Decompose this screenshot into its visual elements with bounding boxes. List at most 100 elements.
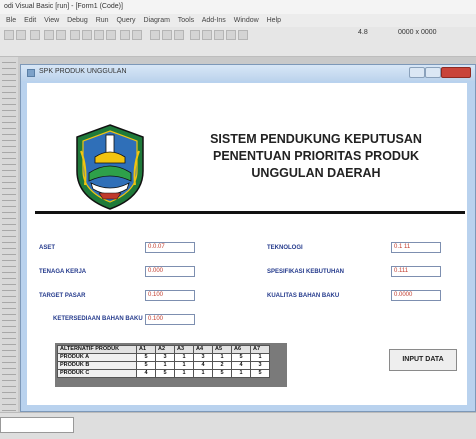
table-row[interactable]: PRODUK B 5 1 1 4 2 4 3 [57,361,270,370]
table-cell[interactable]: 1 [174,353,194,362]
table-cell[interactable]: 1 [155,361,175,370]
menu-diagram[interactable]: Diagram [144,17,170,24]
table-row[interactable]: PRODUK C 4 5 1 1 5 1 5 [57,369,270,378]
spesifikasi-kebutuhan-value[interactable]: 0.111 [391,266,441,277]
table-row[interactable]: PRODUK A 5 3 1 3 1 5 1 [57,353,270,362]
table-cell[interactable]: 1 [250,353,270,362]
row-name-cell[interactable]: PRODUK B [57,361,137,370]
table-cell[interactable]: 3 [193,353,213,362]
menu-help[interactable]: Help [267,17,281,24]
minimize-button[interactable] [409,67,425,78]
save-icon[interactable] [56,30,66,40]
aset-label: ASET [39,245,56,251]
toolbox-grid [2,57,16,412]
ide-menu-bar: Ble Edit View Debug Run Query Diagram To… [0,14,476,27]
tenaga-kerja-value[interactable]: 0.000 [145,266,195,277]
ide-bottom-panel [0,412,476,439]
table-cell[interactable]: 1 [174,361,194,370]
add-form-icon[interactable] [16,30,26,40]
table-cell[interactable]: 5 [250,369,270,378]
app-title-line-1: SISTEM PENDUKUNG KEPUTUSAN [210,132,422,146]
spesifikasi-kebutuhan-label: SPESIFIKASI KEBUTUHAN [267,269,345,275]
table-cell[interactable]: 3 [155,353,175,362]
project-explorer-icon[interactable] [190,30,200,40]
menu-debug[interactable]: Debug [67,17,88,24]
column-header-alternatif: ALTERNATIF PRODUK [57,345,137,354]
find-icon[interactable] [106,30,116,40]
close-button[interactable] [441,67,471,78]
toolbar-size-readout: 4.8 [358,29,368,36]
redo-icon[interactable] [132,30,142,40]
menu-tools[interactable]: Tools [178,17,194,24]
alternatives-table: ALTERNATIF PRODUK A1 A2 A3 A4 A5 A6 A7 P… [57,345,270,378]
column-header-a4: A4 [193,345,213,354]
app-title: SISTEM PENDUKUNG KEPUTUSAN PENENTUAN PRI… [181,131,451,182]
table-cell[interactable]: 1 [212,353,232,362]
column-header-a6: A6 [231,345,251,354]
table-cell[interactable]: 4 [231,361,251,370]
table-cell[interactable]: 4 [193,361,213,370]
table-cell[interactable]: 1 [231,369,251,378]
column-header-a1: A1 [136,345,156,354]
toolbar-coords-readout: 0000 x 0000 [398,29,437,36]
table-cell[interactable]: 5 [155,369,175,378]
ketersediaan-bahan-baku-label: KETERSEDIAAN BAHAN BAKU [53,316,143,322]
properties-icon[interactable] [202,30,212,40]
copy-icon[interactable] [82,30,92,40]
column-header-a5: A5 [212,345,232,354]
menu-editor-icon[interactable] [30,30,40,40]
table-cell[interactable]: 4 [136,369,156,378]
kualitas-bahan-baku-value[interactable]: 0.0000 [391,290,441,301]
menu-view[interactable]: View [44,17,59,24]
kualitas-bahan-baku-label: KUALITAS BAHAN BAKU [267,293,340,299]
window-icon [27,69,35,77]
immediate-window[interactable] [0,417,74,433]
aset-value[interactable]: 0.0.07 [145,242,195,253]
app-title-line-2: PENENTUAN PRIORITAS PRODUK [212,149,420,163]
stop-icon[interactable] [174,30,184,40]
table-cell[interactable]: 5 [212,369,232,378]
object-browser-icon[interactable] [226,30,236,40]
undo-icon[interactable] [120,30,130,40]
menu-file[interactable]: Ble [6,17,16,24]
table-cell[interactable]: 5 [231,353,251,362]
toolbox-panel [0,57,18,412]
menu-edit[interactable]: Edit [24,17,36,24]
target-pasar-label: TARGET PASAR [39,293,86,299]
form-client-area: SISTEM PENDUKUNG KEPUTUSAN PENENTUAN PRI… [27,83,467,405]
row-name-cell[interactable]: PRODUK C [57,369,137,378]
form-layout-icon[interactable] [214,30,224,40]
menu-run[interactable]: Run [96,17,109,24]
table-cell[interactable]: 5 [136,361,156,370]
column-header-a2: A2 [155,345,175,354]
column-header-a7: A7 [250,345,270,354]
menu-query[interactable]: Query [116,17,135,24]
row-name-cell[interactable]: PRODUK A [57,353,137,362]
target-pasar-value[interactable]: 0.100 [145,290,195,301]
table-cell[interactable]: 5 [136,353,156,362]
alternatives-grid[interactable]: ALTERNATIF PRODUK A1 A2 A3 A4 A5 A6 A7 P… [55,343,287,387]
ide-toolbar: 4.8 0000 x 0000 [0,27,476,57]
break-icon[interactable] [162,30,172,40]
header-divider [35,211,465,214]
new-project-icon[interactable] [4,30,14,40]
table-cell[interactable]: 2 [212,361,232,370]
window-title: SPK PRODUK UNGGULAN [39,68,127,75]
toolbox-icon[interactable] [238,30,248,40]
teknologi-value[interactable]: 0.1 11 [391,242,441,253]
cut-icon[interactable] [70,30,80,40]
window-title-bar[interactable]: SPK PRODUK UNGGULAN [21,65,475,81]
ketersediaan-bahan-baku-value[interactable]: 0.100 [145,314,195,325]
maximize-button[interactable] [425,67,441,78]
table-cell[interactable]: 1 [193,369,213,378]
open-icon[interactable] [44,30,54,40]
app-window: SPK PRODUK UNGGULAN SISTEM PENDUKUNG KEP… [20,64,476,412]
table-cell[interactable]: 3 [250,361,270,370]
menu-add-ins[interactable]: Add-Ins [202,17,226,24]
run-icon[interactable] [150,30,160,40]
teknologi-label: TEKNOLOGI [267,245,303,251]
paste-icon[interactable] [94,30,104,40]
table-cell[interactable]: 1 [174,369,194,378]
menu-window[interactable]: Window [234,17,259,24]
input-data-button[interactable]: INPUT DATA [389,349,457,371]
